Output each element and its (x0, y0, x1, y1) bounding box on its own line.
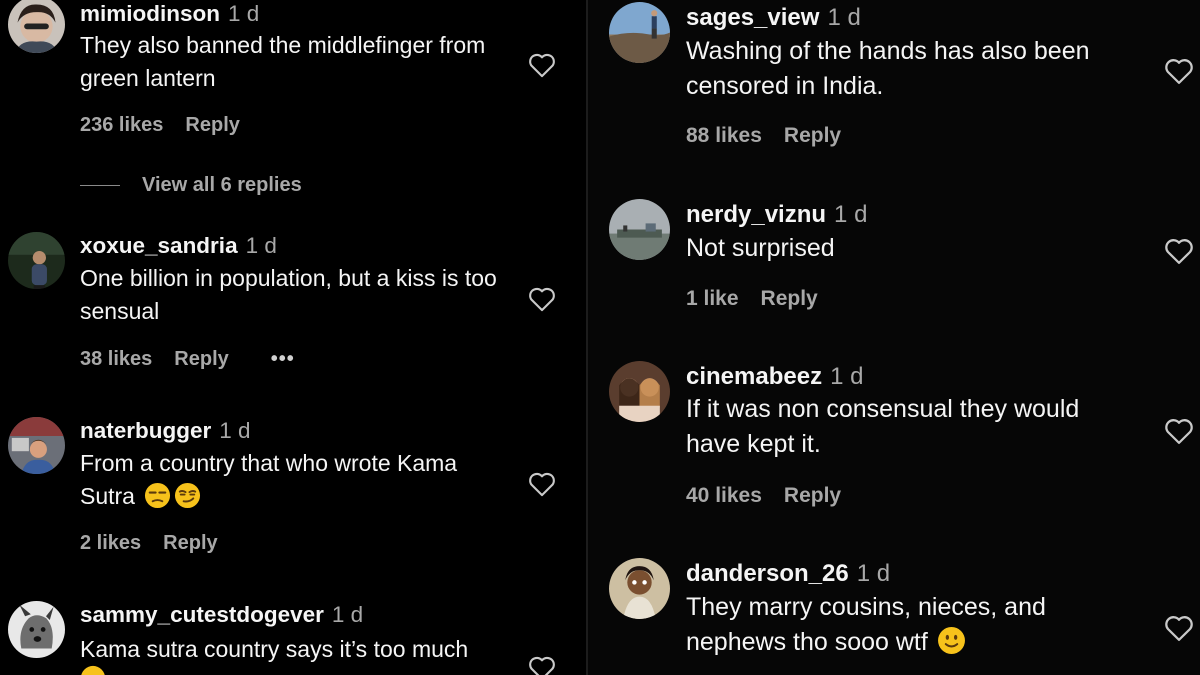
emoji-partial (80, 665, 106, 675)
timestamp: 1 d (228, 1, 260, 26)
avatar[interactable] (8, 417, 65, 474)
avatar[interactable] (8, 601, 65, 658)
comment-header: sammy_cutestdogever 1 d (80, 602, 363, 628)
comment-header: cinemabeez 1 d (686, 363, 863, 391)
slightly-smiling-face-emoji (937, 626, 966, 655)
timestamp: 1 d (856, 560, 891, 587)
avatar[interactable] (609, 199, 670, 260)
heart-outline-icon[interactable] (1164, 237, 1194, 265)
comment-text: From a country that who wrote Kama Sutra (80, 447, 510, 513)
likes-count[interactable]: 2 likes (80, 532, 141, 554)
comments-panel-left: mimiodinson 1 d They also banned the midd… (0, 0, 586, 675)
reply-button[interactable]: Reply (185, 114, 239, 136)
heart-outline-icon[interactable] (528, 471, 556, 497)
reply-button[interactable]: Reply (174, 348, 228, 370)
username[interactable]: danderson_26 (686, 560, 849, 587)
comment-actions: 236 likes Reply (80, 114, 240, 137)
heart-outline-icon[interactable] (528, 52, 556, 78)
timestamp: 1 d (834, 201, 868, 228)
heart-outline-icon[interactable] (1164, 614, 1194, 642)
avatar[interactable] (609, 361, 670, 422)
comment-header: naterbugger 1 d (80, 418, 251, 444)
comment-header: sages_view 1 d (686, 4, 861, 32)
comment-text: If it was non consensual they would have… (686, 395, 1080, 458)
reply-button[interactable]: Reply (163, 532, 217, 554)
likes-count[interactable]: 40 likes (686, 484, 762, 507)
comment-text: Kama sutra country says it’s too much (80, 636, 469, 662)
comment-actions: 88 likes Reply (686, 124, 841, 148)
more-options-icon[interactable]: ••• (271, 348, 295, 370)
comment-actions: 2 likes Reply (80, 532, 218, 555)
comment-text-content: From a country that who wrote Kama Sutra (80, 450, 458, 509)
heart-outline-icon[interactable] (528, 655, 556, 675)
avatar[interactable] (8, 232, 65, 289)
reply-button[interactable]: Reply (761, 287, 818, 310)
timestamp: 1 d (830, 363, 864, 390)
unamused-face-emoji (144, 482, 171, 509)
view-replies-row[interactable]: View all 6 replies (80, 174, 302, 197)
username[interactable]: nerdy_viznu (686, 201, 826, 228)
comment-actions: 38 likes Reply ••• (80, 348, 295, 371)
comment-text: One billion in population, but a kiss is… (80, 265, 497, 324)
comment-text-content: They marry cousins, nieces, and nephews … (686, 593, 1046, 656)
username[interactable]: cinemabeez (686, 363, 822, 390)
heart-outline-icon[interactable] (1164, 57, 1194, 85)
username[interactable]: sages_view (686, 4, 819, 31)
avatar[interactable] (609, 2, 670, 63)
comment-text: Not surprised (686, 234, 835, 262)
timestamp: 1 d (331, 602, 364, 627)
avatar[interactable] (8, 0, 65, 53)
username[interactable]: mimiodinson (80, 1, 220, 26)
comment-text: They also banned the middlefinger from g… (80, 32, 486, 91)
avatar[interactable] (609, 558, 670, 619)
comments-panel-right: sages_view 1 d Washing of the hands has a… (588, 0, 1200, 675)
comment-header: mimiodinson 1 d (80, 1, 259, 27)
comment-header: xoxue_sandria 1 d (80, 233, 277, 259)
username[interactable]: xoxue_sandria (80, 233, 238, 258)
reply-button[interactable]: Reply (784, 124, 841, 147)
heart-outline-icon[interactable] (528, 286, 556, 312)
smirking-face-emoji (174, 482, 201, 509)
username[interactable]: sammy_cutestdogever (80, 602, 324, 627)
comment-text: Washing of the hands has also been censo… (686, 37, 1090, 100)
likes-count[interactable]: 1 like (686, 287, 739, 310)
heart-outline-icon[interactable] (1164, 417, 1194, 445)
timestamp: 1 d (827, 4, 861, 31)
comment-text: They marry cousins, nieces, and nephews … (686, 590, 1136, 660)
view-replies-link[interactable]: View all 6 replies (142, 174, 302, 196)
likes-count[interactable]: 38 likes (80, 348, 152, 370)
timestamp: 1 d (219, 418, 251, 443)
comment-header: nerdy_viznu 1 d (686, 201, 867, 229)
comment-actions: 40 likes Reply (686, 484, 841, 508)
likes-count[interactable]: 88 likes (686, 124, 762, 147)
reply-button[interactable]: Reply (784, 484, 841, 507)
timestamp: 1 d (245, 233, 277, 258)
comment-header: danderson_26 1 d (686, 560, 890, 588)
comment-actions: 1 like Reply (686, 287, 818, 311)
username[interactable]: naterbugger (80, 418, 211, 443)
likes-count[interactable]: 236 likes (80, 114, 163, 136)
replies-divider (80, 185, 120, 186)
